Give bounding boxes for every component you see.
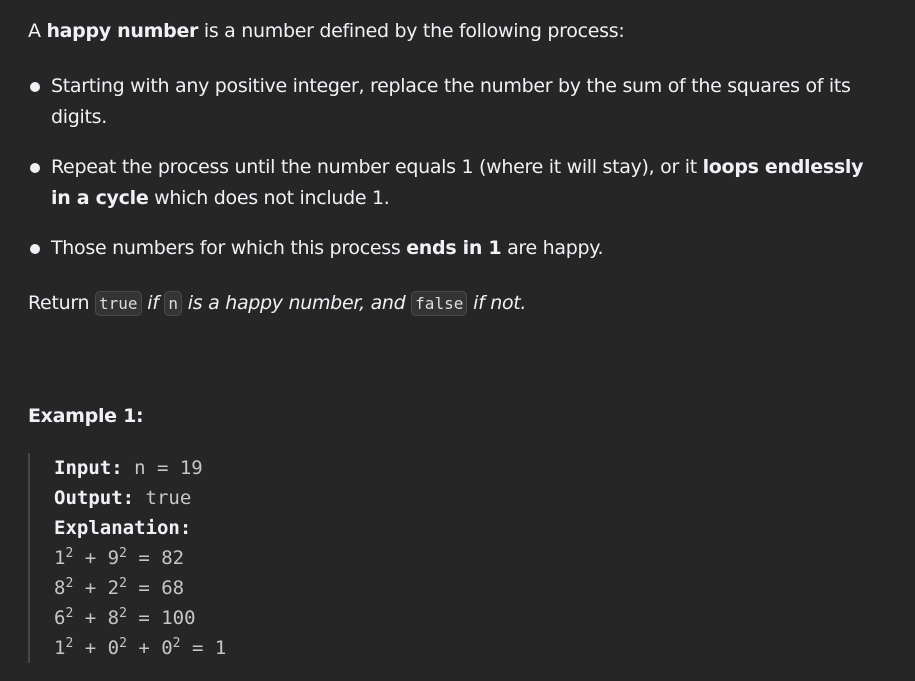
- term-exponent: 2: [119, 636, 127, 651]
- term-base: 8: [54, 577, 66, 599]
- input-label: Input:: [54, 457, 123, 479]
- step-result: 68: [161, 577, 185, 599]
- explanation-step: 12 + 92 = 82: [54, 546, 185, 569]
- return-end: if not.: [473, 292, 527, 314]
- step-result: 82: [161, 547, 185, 569]
- explanation-steps: 12 + 92 = 82 82 + 22 = 68 62 + 82 = 100 12 …: [54, 543, 887, 663]
- rule-text-tail: which does not include 1.: [148, 187, 390, 209]
- example-block: Input: n = 19 Output: true Explanation: …: [28, 453, 887, 663]
- term-exponent: 2: [119, 576, 127, 591]
- problem-description: A happy number is a number defined by th…: [0, 0, 915, 681]
- step-result: 100: [161, 607, 196, 629]
- term-exponent: 2: [65, 636, 74, 651]
- rule-item: Repeat the process until the number equa…: [30, 152, 887, 214]
- intro-prefix: A: [28, 20, 47, 42]
- term-exponent: 2: [65, 606, 74, 621]
- term-base: 0: [161, 637, 173, 659]
- explanation-label: Explanation:: [54, 517, 192, 539]
- term-base: 1: [54, 637, 66, 659]
- step-result: 1: [214, 637, 227, 659]
- term-base: 8: [107, 607, 120, 629]
- example-title: Example 1:: [28, 405, 144, 427]
- return-word: Return: [28, 292, 90, 314]
- rule-item: Those numbers for which this process end…: [30, 233, 887, 264]
- code-true: true: [95, 291, 142, 316]
- term-base: 2: [107, 577, 120, 599]
- rule-emphasis: ends in 1: [406, 237, 502, 259]
- intro-term: happy number: [46, 20, 199, 42]
- term-exponent: 2: [119, 606, 127, 621]
- return-middle: is a happy number, and: [187, 292, 406, 314]
- term-base: 1: [54, 547, 66, 569]
- explanation-step: 12 + 02 + 02 = 1: [54, 636, 227, 659]
- term-base: 6: [54, 607, 66, 629]
- output-label: Output:: [54, 487, 135, 509]
- example-input-line: Input: n = 19: [54, 453, 887, 483]
- intro-paragraph: A happy number is a number defined by th…: [28, 16, 887, 47]
- code-false: false: [411, 291, 468, 316]
- example-explanation-line: Explanation:: [54, 513, 887, 543]
- example-output-line: Output: true: [54, 483, 887, 513]
- intro-suffix: is a number defined by the following pro…: [198, 20, 625, 42]
- term-exponent: 2: [172, 636, 181, 651]
- rule-item: Starting with any positive integer, repl…: [30, 71, 887, 133]
- rule-text: Those numbers for which this process: [51, 237, 407, 259]
- term-exponent: 2: [119, 546, 127, 561]
- if-word: if: [147, 292, 159, 314]
- explanation-step: 82 + 22 = 68: [54, 576, 185, 599]
- term-base: 0: [107, 637, 120, 659]
- rule-text: Repeat the process until the number equa…: [51, 156, 703, 178]
- rule-text: Starting with any positive integer, repl…: [51, 75, 851, 128]
- explanation-step: 62 + 82 = 100: [54, 606, 196, 629]
- rules-list: Starting with any positive integer, repl…: [28, 71, 887, 264]
- term-exponent: 2: [65, 546, 74, 561]
- return-statement: Return true if n is a happy number, and …: [28, 288, 887, 319]
- code-n: n: [164, 291, 183, 316]
- term-exponent: 2: [65, 576, 74, 591]
- term-base: 9: [107, 547, 120, 569]
- input-value: n = 19: [134, 457, 203, 479]
- output-value: true: [145, 487, 192, 509]
- rule-text-tail: are happy.: [501, 237, 604, 259]
